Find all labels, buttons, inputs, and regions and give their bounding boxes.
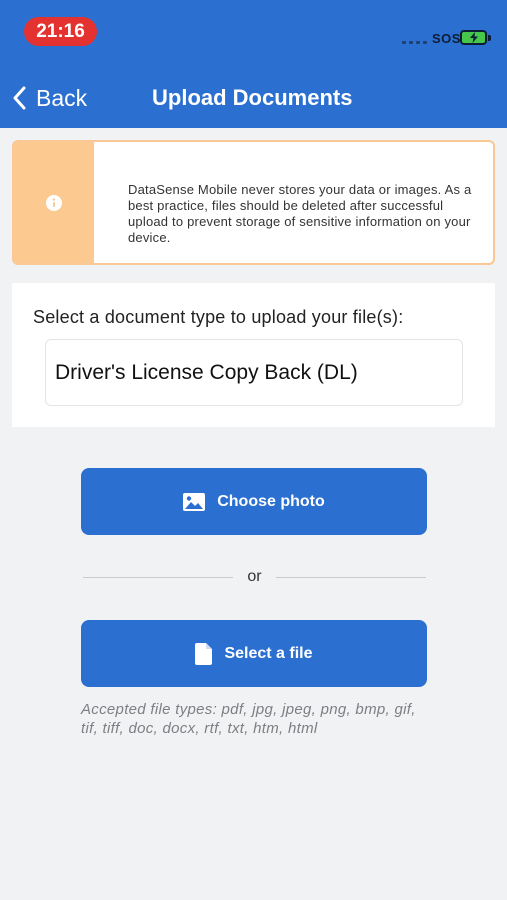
nav-bar: Back Upload Documents (0, 70, 507, 126)
select-file-button[interactable]: Select a file (81, 620, 427, 687)
file-icon (195, 642, 213, 665)
accepted-file-types: Accepted file types: pdf, jpg, jpeg, png… (81, 701, 416, 737)
status-time: 21:16 (24, 17, 97, 46)
document-type-card: Select a document type to upload your fi… (12, 283, 495, 427)
document-type-select[interactable]: Driver's License Copy Back (DL) (45, 339, 463, 406)
app-header: 21:16 SOS Back Upload Documents (0, 0, 507, 128)
divider-text: or (247, 568, 262, 585)
select-file-label: Select a file (224, 644, 313, 662)
divider-line-left (83, 576, 234, 578)
choose-photo-button[interactable]: Choose photo (81, 468, 427, 535)
divider-line-right (275, 576, 427, 578)
signal-icon (402, 41, 427, 44)
page-title: Upload Documents (152, 85, 353, 110)
privacy-notice: DataSense Mobile never stores your data … (12, 140, 495, 265)
or-divider: or (83, 566, 427, 588)
notice-text: DataSense Mobile never stores your data … (128, 182, 472, 245)
notice-accent (14, 142, 94, 263)
choose-photo-label: Choose photo (217, 492, 325, 510)
status-bar: 21:16 SOS (0, 0, 507, 60)
battery-tip (488, 35, 491, 41)
battery-icon (460, 30, 487, 45)
image-icon (183, 492, 206, 511)
info-icon (46, 194, 62, 211)
back-label: Back (36, 84, 88, 111)
back-button[interactable]: Back (12, 82, 87, 114)
sos-indicator: SOS (432, 31, 461, 46)
chevron-left-icon (13, 86, 26, 110)
document-type-label: Select a document type to upload your fi… (33, 307, 404, 327)
charging-bolt-icon (469, 32, 478, 43)
